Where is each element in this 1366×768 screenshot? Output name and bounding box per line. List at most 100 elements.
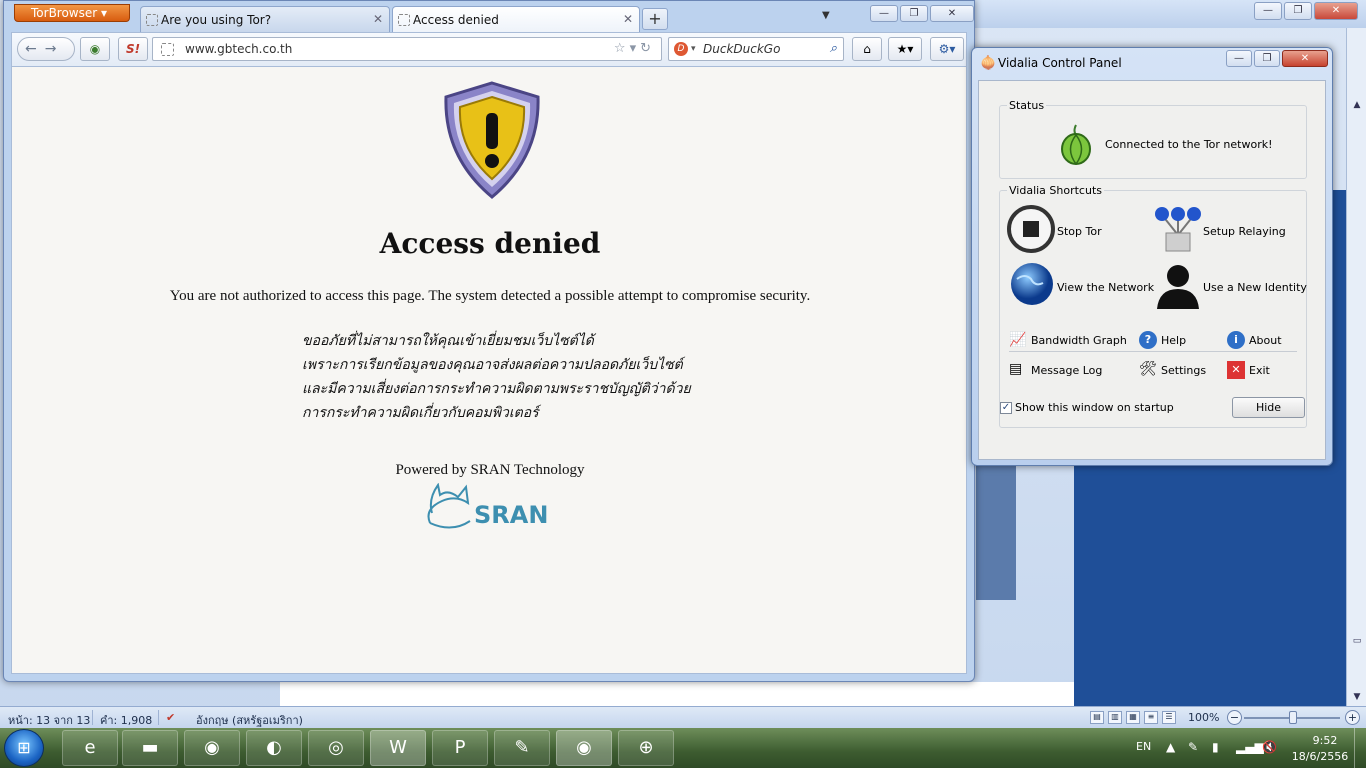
zoom-in-icon[interactable]: + — [1345, 710, 1360, 725]
tab-access-denied[interactable]: Access denied ✕ — [392, 6, 640, 32]
show-desktop-button[interactable] — [1354, 728, 1366, 768]
torbutton-onion-icon[interactable]: ◉ — [80, 37, 110, 61]
status-language[interactable]: อังกฤษ (สหรัฐอเมริกา) — [196, 711, 303, 729]
help-icon: ? — [1139, 331, 1157, 349]
duckduckgo-icon[interactable]: D — [674, 42, 688, 56]
internet-explorer-icon[interactable]: e — [62, 730, 118, 766]
word-status-bar: หน้า: 13 จาก 13 คำ: 1,908 ✔ อังกฤษ (สหรั… — [0, 706, 1366, 728]
tab-list-chevron-icon[interactable]: ▼ — [822, 10, 830, 21]
close-tab-icon[interactable]: ✕ — [623, 12, 633, 26]
tor-onion-icon[interactable]: ◉ — [184, 730, 240, 766]
url-bar[interactable]: www.gbtech.co.th ☆▾↻ — [152, 37, 662, 61]
sran-logo: SRAN — [427, 483, 548, 529]
bookmarks-menu-icon[interactable]: ★▾ — [888, 37, 922, 61]
print-layout-view-icon[interactable]: ▤ — [1090, 711, 1104, 724]
tab-label: Are you using Tor? — [161, 13, 272, 27]
browser-close-button[interactable]: ✕ — [930, 5, 974, 22]
tray-battery-icon[interactable]: ▮ — [1212, 740, 1219, 754]
site-identity-icon[interactable] — [161, 43, 174, 56]
search-placeholder: DuckDuckGo — [703, 42, 781, 56]
sran-logo-text: SRAN — [474, 501, 548, 529]
globe-icon — [1011, 263, 1053, 305]
word-right-scrollbar[interactable]: ▲ ▭ ▼ — [1346, 28, 1366, 706]
status-page-count[interactable]: หน้า: 13 จาก 13 — [8, 711, 90, 729]
thai-message: ขออภัยที่ไม่สามารถให้คุณเข้าเยี่ยมชมเว็บ… — [302, 329, 691, 425]
file-explorer-icon[interactable]: ▬ — [122, 730, 178, 766]
firefox-icon[interactable]: ◐ — [246, 730, 302, 766]
scroll-thumb-icon[interactable]: ▭ — [1350, 636, 1364, 648]
outline-view-icon[interactable]: ≡ — [1144, 711, 1158, 724]
word-close-button[interactable]: ✕ — [1314, 2, 1358, 20]
vidalia-minimize-button[interactable]: — — [1226, 50, 1252, 67]
zoom-level[interactable]: 100% — [1188, 711, 1219, 724]
torbrowser-menu-button[interactable]: TorBrowser ▾ — [14, 4, 130, 22]
word-document-page — [280, 682, 1074, 706]
status-word-count[interactable]: คำ: 1,908 — [100, 711, 152, 729]
about-label: About — [1249, 334, 1282, 347]
new-tab-button[interactable]: + — [642, 8, 668, 30]
network-globe-icon[interactable]: ⊕ — [618, 730, 674, 766]
chevron-down-icon: ▾ — [101, 6, 108, 20]
bookmark-star-icon[interactable]: ☆ — [614, 41, 630, 56]
browser-maximize-button[interactable]: ❐ — [900, 5, 928, 22]
hide-button[interactable]: Hide — [1232, 397, 1305, 418]
history-dropdown-icon[interactable]: ▾ — [630, 41, 641, 56]
home-icon[interactable]: ⌂ — [852, 37, 882, 61]
word-icon[interactable]: W — [370, 730, 426, 766]
vidalia-close-button[interactable]: ✕ — [1282, 50, 1328, 67]
back-arrow-icon[interactable]: ← — [25, 41, 45, 57]
zoom-out-icon[interactable]: − — [1227, 710, 1242, 725]
scroll-up-icon[interactable]: ▲ — [1350, 100, 1364, 112]
tray-expand-icon[interactable]: ▲ — [1166, 740, 1175, 754]
tor-status-text: Connected to the Tor network! — [1105, 138, 1273, 151]
word-minimize-button[interactable]: — — [1254, 2, 1282, 20]
powered-by-text: Powered by SRAN Technology — [395, 462, 585, 478]
word-thumbnail-strip — [976, 460, 1016, 600]
noscript-button[interactable]: S! — [118, 37, 148, 61]
navigation-toolbar: ←→ ◉ S! www.gbtech.co.th ☆▾↻ D ▾ DuckDuc… — [11, 32, 967, 66]
chrome-icon[interactable]: ◎ — [308, 730, 364, 766]
full-screen-view-icon[interactable]: ▥ — [1108, 711, 1122, 724]
info-icon: i — [1227, 331, 1245, 349]
clock-time[interactable]: 9:52 — [1306, 734, 1344, 747]
stop-icon — [1007, 205, 1055, 253]
tor-onion-connected-icon — [1061, 124, 1091, 165]
proxy-switch-icon[interactable]: ⚙▾ — [930, 37, 964, 61]
forward-arrow-icon[interactable]: → — [45, 41, 65, 57]
thai-line: ขออภัยที่ไม่สามารถให้คุณเข้าเยี่ยมชมเว็บ… — [302, 333, 594, 349]
draft-view-icon[interactable]: ☰ — [1162, 711, 1176, 724]
tray-pen-icon[interactable]: ✎ — [1188, 740, 1198, 754]
tab-are-you-using-tor[interactable]: Are you using Tor? ✕ — [140, 6, 390, 32]
browser-minimize-button[interactable]: — — [870, 5, 898, 22]
tray-signal-icon[interactable]: ▂▄▆ — [1236, 740, 1264, 754]
thai-line: การกระทำความผิดเกี่ยวกับคอมพิวเตอร์ — [302, 405, 539, 421]
zoom-slider-handle[interactable] — [1289, 711, 1297, 724]
back-forward-buttons[interactable]: ←→ — [17, 37, 75, 61]
vidalia-maximize-button[interactable]: ❐ — [1254, 50, 1280, 67]
tray-volume-muted-icon[interactable]: 🔇 — [1262, 740, 1277, 754]
scroll-down-icon[interactable]: ▼ — [1350, 692, 1364, 704]
view-network-label: View the Network — [1057, 281, 1155, 294]
web-layout-view-icon[interactable]: ▦ — [1126, 711, 1140, 724]
reload-icon[interactable]: ↻ — [640, 41, 655, 56]
page-title: Access denied — [379, 227, 601, 260]
browser-window-controls: — ❐ ✕ — [870, 5, 974, 22]
close-tab-icon[interactable]: ✕ — [373, 12, 383, 26]
warning-shield-icon — [444, 81, 540, 199]
start-button[interactable]: ⊞ — [4, 729, 44, 767]
vidalia-onion-icon: 🧅 — [980, 56, 997, 71]
vidalia-onion-icon[interactable]: ◉ — [556, 730, 612, 766]
paint-icon[interactable]: ✎ — [494, 730, 550, 766]
vidalia-title: Vidalia Control Panel — [998, 56, 1122, 70]
powerpoint-icon[interactable]: P — [432, 730, 488, 766]
tray-language[interactable]: EN — [1136, 740, 1151, 753]
page-content: Access denied You are not authorized to … — [11, 66, 967, 674]
search-bar[interactable]: D ▾ DuckDuckGo ⌕ — [668, 37, 844, 61]
show-on-startup-label: Show this window on startup — [1015, 401, 1174, 414]
show-on-startup-checkbox[interactable]: ✓ — [1000, 402, 1012, 414]
clock-date[interactable]: 18/6/2556 — [1290, 750, 1350, 763]
search-engine-dropdown-icon[interactable]: ▾ — [691, 38, 696, 60]
word-maximize-button[interactable]: ❐ — [1284, 2, 1312, 20]
search-magnifier-icon[interactable]: ⌕ — [830, 38, 837, 60]
proofing-icon[interactable]: ✔ — [166, 711, 175, 724]
